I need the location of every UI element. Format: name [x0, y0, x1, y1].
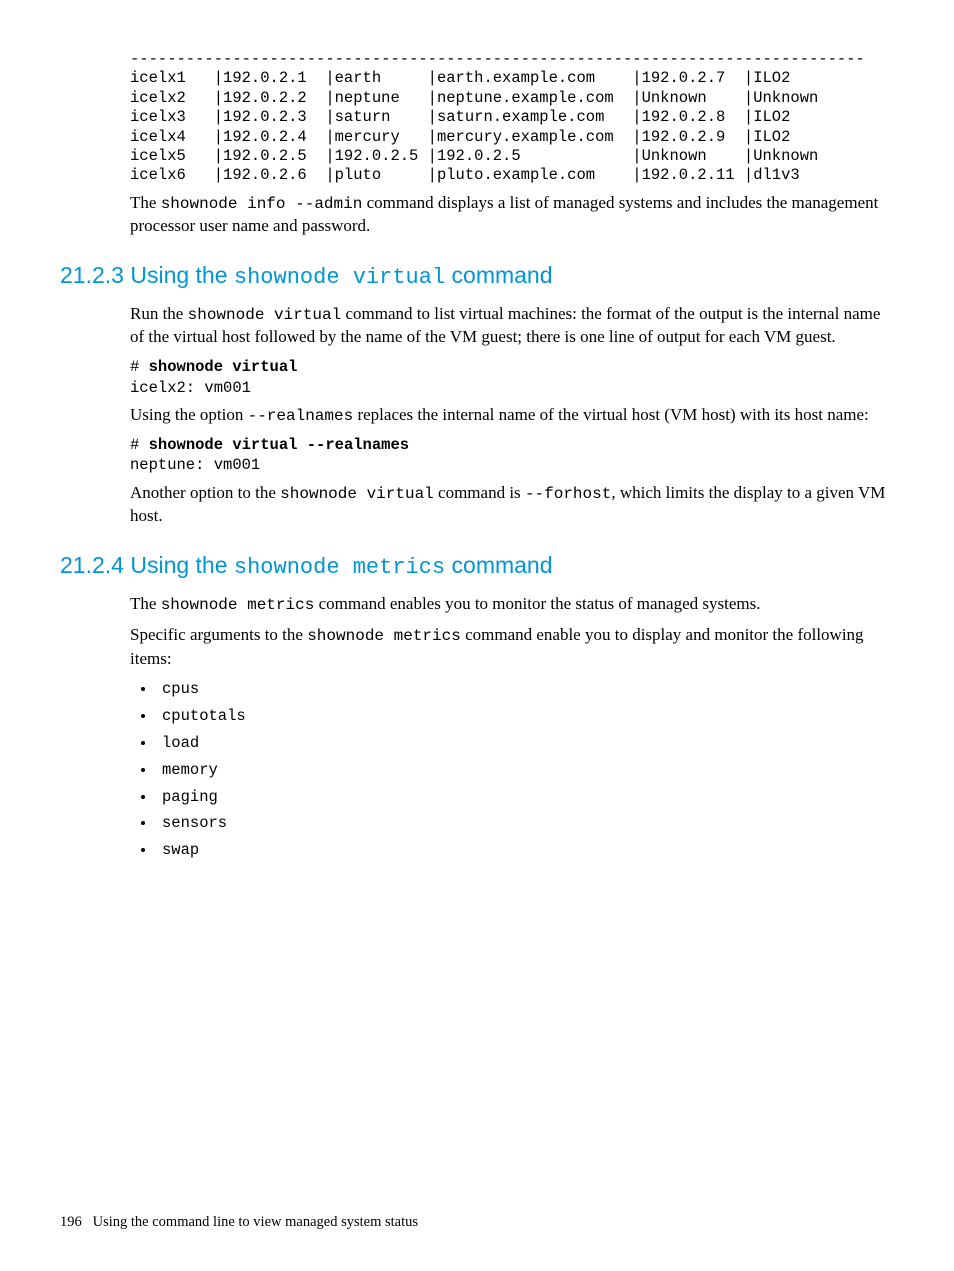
command-block: # shownode virtual --realnames neptune: …: [130, 435, 894, 475]
inline-code: shownode virtual: [234, 265, 445, 290]
text: command: [445, 262, 552, 288]
text: Another option to the: [130, 483, 280, 502]
text: Specific arguments to the: [130, 625, 307, 644]
list-item: cputotals: [156, 706, 894, 727]
text: Using the: [124, 262, 234, 288]
text: command: [445, 552, 552, 578]
paragraph: Specific arguments to the shownode metri…: [130, 624, 894, 671]
text: command is: [434, 483, 525, 502]
list-item: swap: [156, 840, 894, 861]
list-item: sensors: [156, 813, 894, 834]
inline-code: shownode metrics: [307, 627, 461, 645]
section-heading-21-2-4: 21.2.4 Using the shownode metrics comman…: [60, 550, 894, 583]
paragraph: Using the option --realnames replaces th…: [130, 404, 894, 428]
text: Run the: [130, 304, 188, 323]
text: The: [130, 193, 161, 212]
command: shownode virtual: [149, 358, 298, 376]
list-item: paging: [156, 787, 894, 808]
inline-code: shownode virtual: [280, 485, 434, 503]
text: command enables you to monitor the statu…: [314, 594, 760, 613]
prompt: #: [130, 358, 149, 376]
prompt: #: [130, 436, 149, 454]
section-number: 21.2.4: [60, 552, 124, 578]
inline-code: shownode info --admin: [161, 195, 363, 213]
text: replaces the internal name of the virtua…: [353, 405, 869, 424]
page-footer: 196 Using the command line to view manag…: [60, 1213, 418, 1233]
inline-code: --forhost: [525, 485, 611, 503]
command-output: neptune: vm001: [130, 456, 260, 474]
text: Using the option: [130, 405, 248, 424]
paragraph: Another option to the shownode virtual c…: [130, 482, 894, 529]
inline-code: --realnames: [248, 407, 354, 425]
inline-code: shownode metrics: [234, 555, 445, 580]
chapter-title: Using the command line to view managed s…: [93, 1214, 418, 1230]
text: Using the: [124, 552, 234, 578]
list-item: cpus: [156, 679, 894, 700]
command-block: # shownode virtual icelx2: vm001: [130, 357, 894, 397]
paragraph-shownode-info-admin: The shownode info --admin command displa…: [130, 192, 894, 239]
text: The: [130, 594, 161, 613]
metrics-list: cpus cputotals load memory paging sensors swap: [130, 679, 894, 861]
page-number: 196: [60, 1214, 82, 1230]
list-item: load: [156, 733, 894, 754]
paragraph: The shownode metrics command enables you…: [130, 593, 894, 617]
inline-code: shownode virtual: [188, 306, 342, 324]
command-output: icelx2: vm001: [130, 379, 251, 397]
section-heading-21-2-3: 21.2.3 Using the shownode virtual comman…: [60, 260, 894, 293]
paragraph: Run the shownode virtual command to list…: [130, 303, 894, 350]
shownode-output-table: ----------------------------------------…: [130, 50, 894, 186]
list-item: memory: [156, 760, 894, 781]
section-number: 21.2.3: [60, 262, 124, 288]
command: shownode virtual --realnames: [149, 436, 409, 454]
inline-code: shownode metrics: [161, 596, 315, 614]
